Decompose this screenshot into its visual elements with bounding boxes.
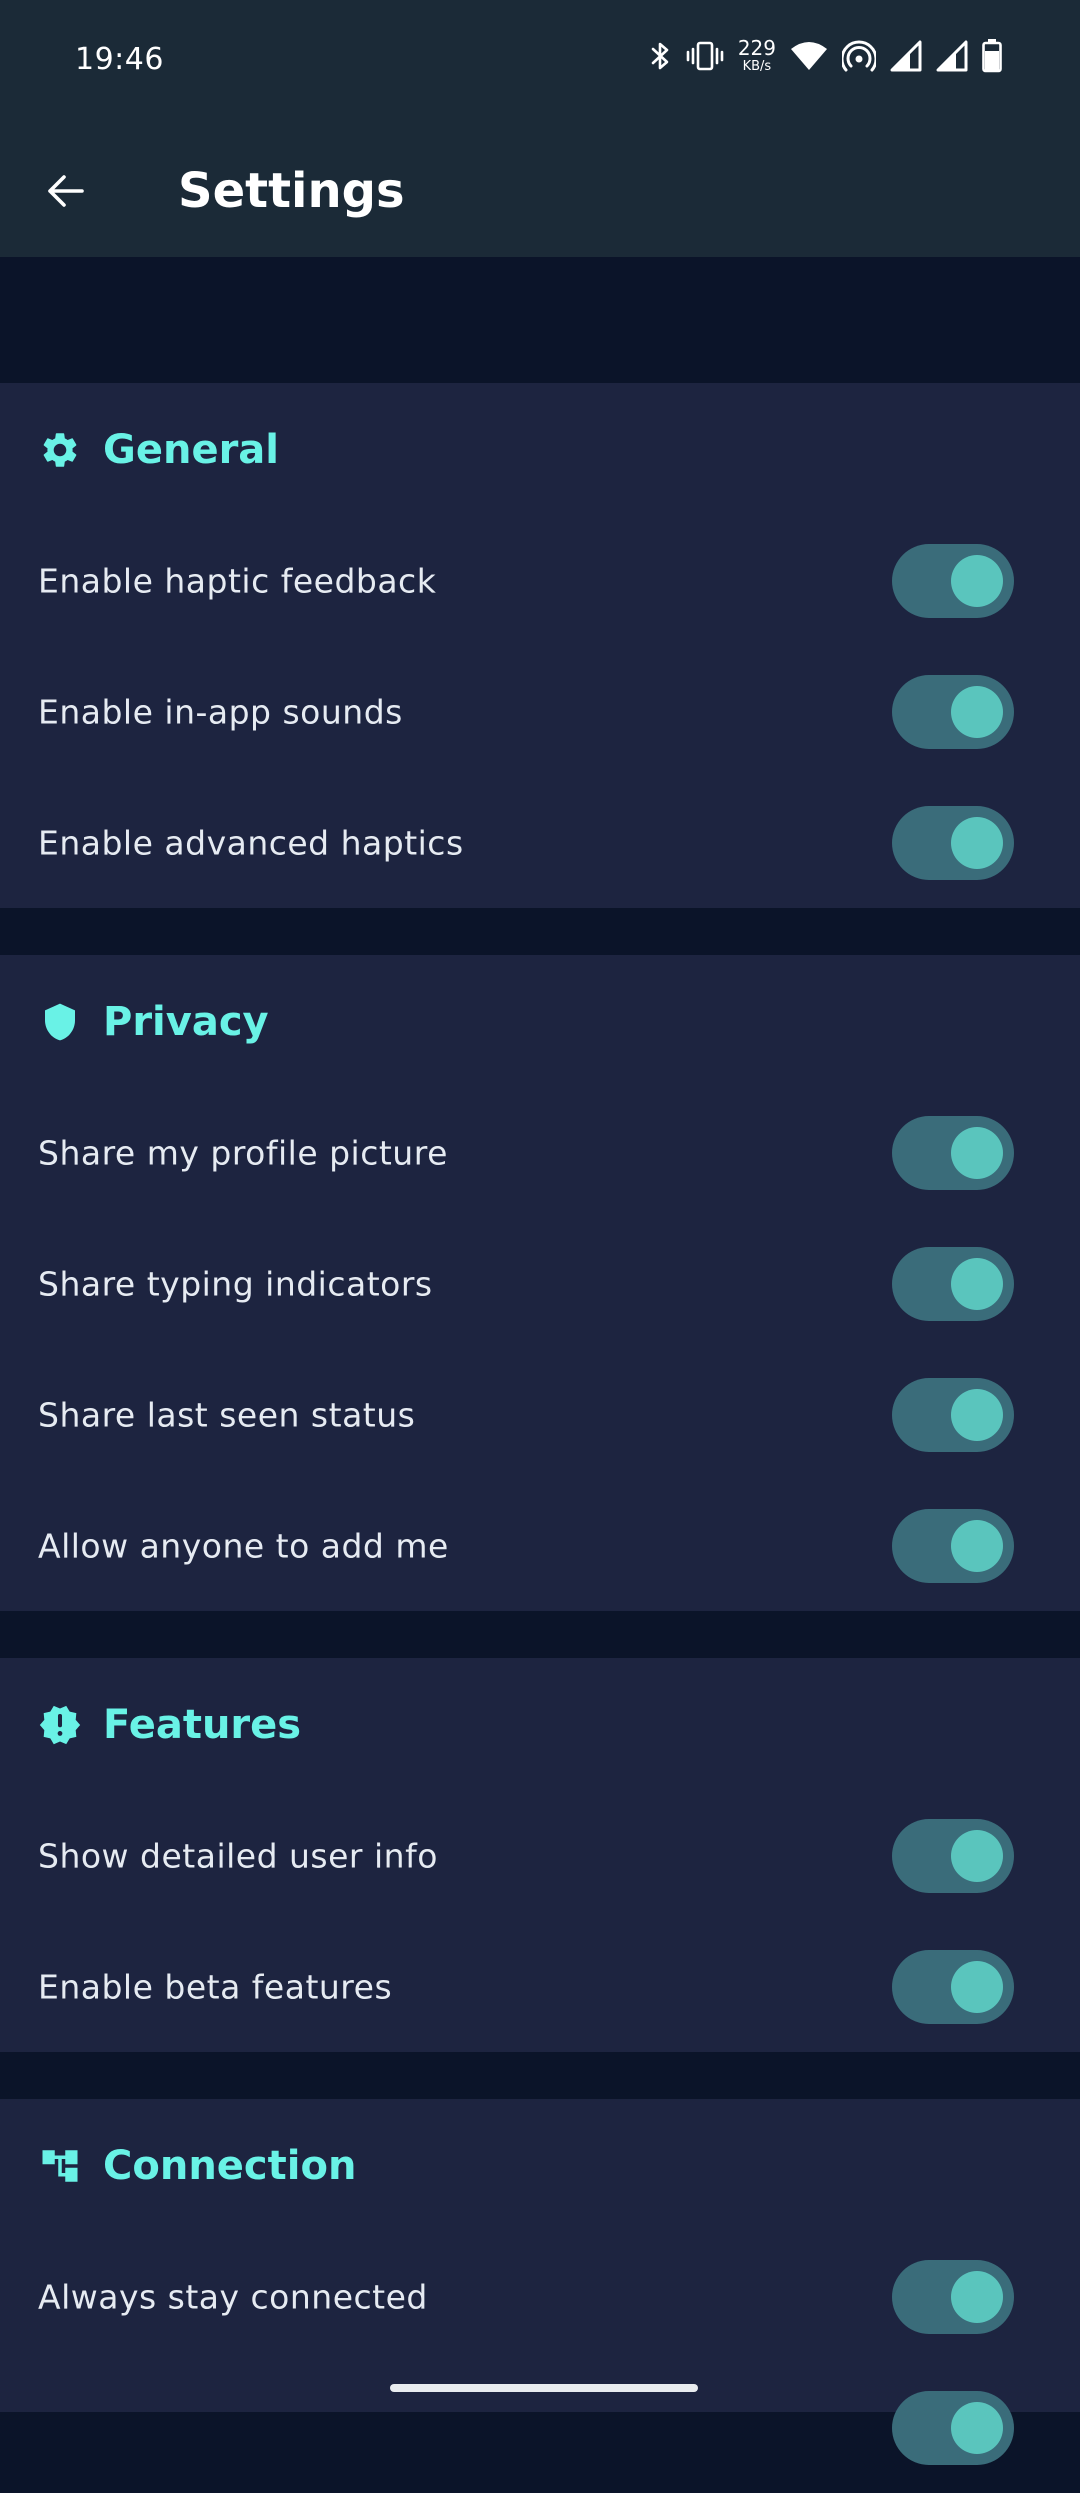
toggle-switch[interactable] (892, 805, 1014, 880)
app-bar: Settings (0, 125, 1080, 257)
battery-icon (982, 38, 1002, 73)
setting-row-always-connected[interactable]: Always stay connected (0, 2231, 1080, 2362)
setting-label: Enable in-app sounds (38, 692, 403, 731)
status-time: 19:46 (75, 42, 164, 77)
net-speed: 229 KB/s (738, 38, 776, 73)
section-title: General (103, 427, 279, 473)
toggle-switch[interactable] (892, 1246, 1014, 1321)
toggle-switch[interactable] (892, 1377, 1014, 1452)
toggle-knob (951, 685, 1003, 738)
setting-row-last-seen-status[interactable]: Share last seen status (0, 1349, 1080, 1480)
setting-label: Share typing indicators (38, 1264, 433, 1303)
setting-row-detailed-user-info[interactable]: Show detailed user info (0, 1790, 1080, 1921)
toggle-knob (951, 554, 1003, 607)
setting-row-advanced-haptics[interactable]: Enable advanced haptics (0, 777, 1080, 908)
toggle-knob (951, 1257, 1003, 1310)
page-title: Settings (178, 163, 405, 219)
back-button[interactable] (30, 158, 100, 228)
setting-row-share-profile-picture[interactable]: Share my profile picture (0, 1087, 1080, 1218)
setting-label: Show detailed user info (38, 1836, 438, 1875)
section-header-features: Features (38, 1702, 301, 1748)
toggle-switch[interactable] (892, 543, 1014, 618)
setting-row-typing-indicators[interactable]: Share typing indicators (0, 1218, 1080, 1349)
bluetooth-icon (650, 40, 672, 72)
toggle-switch[interactable] (892, 1115, 1014, 1190)
section-title: Connection (103, 2143, 357, 2189)
toggle-knob (951, 1960, 1003, 2013)
setting-label: Share last seen status (38, 1395, 416, 1434)
toggle-knob (951, 2270, 1003, 2323)
account-tree-icon (38, 2144, 82, 2188)
signal-icon (890, 40, 922, 72)
toggle-switch[interactable] (892, 1949, 1014, 2024)
setting-row-haptic-feedback[interactable]: Enable haptic feedback (0, 515, 1080, 646)
toggle-switch[interactable] (892, 1508, 1014, 1583)
section-header-privacy: Privacy (38, 999, 269, 1045)
shield-icon (38, 1000, 82, 1044)
toggle-knob (951, 1388, 1003, 1441)
vibrate-icon (686, 40, 724, 72)
section-title: Privacy (103, 999, 269, 1045)
hotspot-icon (842, 40, 876, 72)
setting-label: Enable beta features (38, 1967, 393, 2006)
new-releases-icon (38, 1703, 82, 1747)
wifi-icon (790, 40, 828, 72)
setting-row-beta-features[interactable]: Enable beta features (0, 1921, 1080, 2052)
section-header-general: General (38, 427, 279, 473)
toggle-switch[interactable] (892, 674, 1014, 749)
status-bar: 19:46 229 KB/s (0, 0, 1080, 125)
net-speed-unit: KB/s (742, 59, 772, 74)
toggle-knob (951, 1829, 1003, 1882)
setting-label: Allow anyone to add me (38, 1526, 449, 1565)
setting-label: Share my profile picture (38, 1133, 448, 1172)
section-privacy: Privacy Share my profile picture Share t… (0, 955, 1080, 1611)
section-header-connection: Connection (38, 2143, 356, 2189)
home-indicator[interactable] (390, 2384, 698, 2392)
signal-icon (936, 40, 968, 72)
toggle-switch[interactable] (892, 2390, 1014, 2465)
gear-icon (38, 428, 82, 472)
setting-row-next[interactable] (0, 2362, 1080, 2493)
section-features: Features Show detailed user info Enable … (0, 1658, 1080, 2052)
toggle-knob (951, 1126, 1003, 1179)
setting-row-allow-anyone-add[interactable]: Allow anyone to add me (0, 1480, 1080, 1611)
arrow-left-icon (45, 171, 85, 215)
toggle-knob (951, 2401, 1003, 2454)
toggle-knob (951, 1519, 1003, 1572)
setting-label: Enable haptic feedback (38, 561, 437, 600)
status-icons: 229 KB/s (650, 38, 1002, 73)
setting-label: Enable advanced haptics (38, 823, 464, 862)
section-connection: Connection Always stay connected (0, 2099, 1080, 2465)
section-general: General Enable haptic feedback Enable in… (0, 383, 1080, 908)
toggle-switch[interactable] (892, 2259, 1014, 2334)
section-title: Features (103, 1702, 302, 1748)
setting-label: Always stay connected (38, 2277, 428, 2316)
setting-row-in-app-sounds[interactable]: Enable in-app sounds (0, 646, 1080, 777)
net-speed-value: 229 (737, 36, 776, 60)
toggle-knob (951, 816, 1003, 869)
toggle-switch[interactable] (892, 1818, 1014, 1893)
